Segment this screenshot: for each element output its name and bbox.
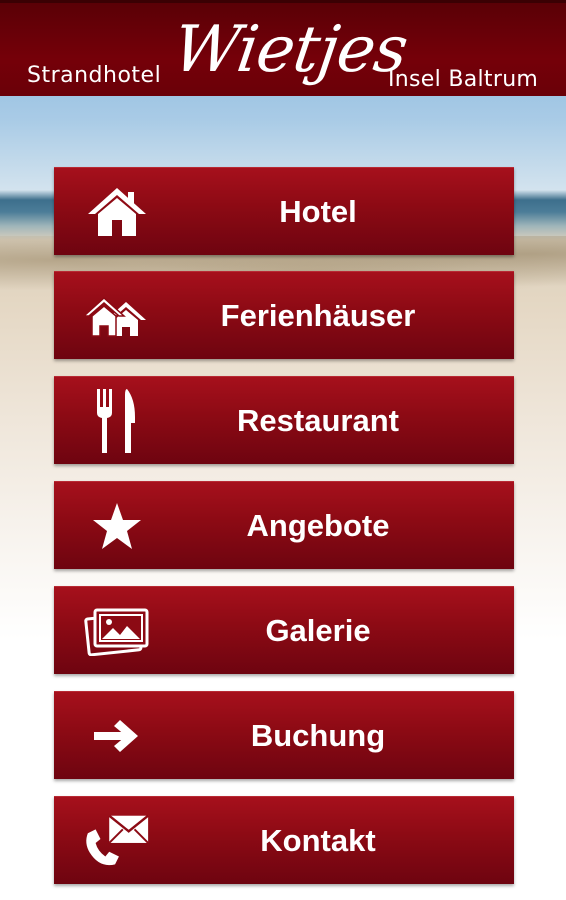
phone-mail-icon <box>82 811 152 871</box>
menu-label-galerie: Galerie <box>265 613 371 648</box>
menu-item-restaurant[interactable]: Restaurant <box>54 376 514 464</box>
houses-icon <box>82 286 152 346</box>
brand-strandhotel: Strandhotel <box>27 63 162 88</box>
brand-insel-baltrum: Insel Baltrum <box>388 67 539 92</box>
star-icon <box>82 496 152 556</box>
menu-label-angebote: Angebote <box>246 508 390 543</box>
menu-label-restaurant: Restaurant <box>237 403 399 438</box>
arrow-right-icon <box>82 706 152 766</box>
menu-item-buchung[interactable]: Buchung <box>54 691 514 779</box>
menu-item-angebote[interactable]: Angebote <box>54 481 514 569</box>
menu-label-ferienhaeuser: Ferienhäuser <box>220 298 416 333</box>
fork-knife-icon <box>82 389 152 453</box>
menu-item-ferienhaeuser[interactable]: Ferienhäuser <box>54 271 514 359</box>
gallery-icon <box>82 601 152 661</box>
menu-label-hotel: Hotel <box>279 194 357 229</box>
menu-item-kontakt[interactable]: Kontakt <box>54 796 514 884</box>
menu-item-galerie[interactable]: Galerie <box>54 586 514 674</box>
logo-wietjes: Wietjes <box>168 13 412 87</box>
menu-label-buchung: Buchung <box>250 718 386 753</box>
menu-item-hotel[interactable]: Hotel <box>54 167 514 255</box>
home-icon <box>82 182 152 242</box>
app-header: Strandhotel Wietjes Insel Baltrum <box>0 0 566 96</box>
menu-label-kontakt: Kontakt <box>260 823 376 858</box>
